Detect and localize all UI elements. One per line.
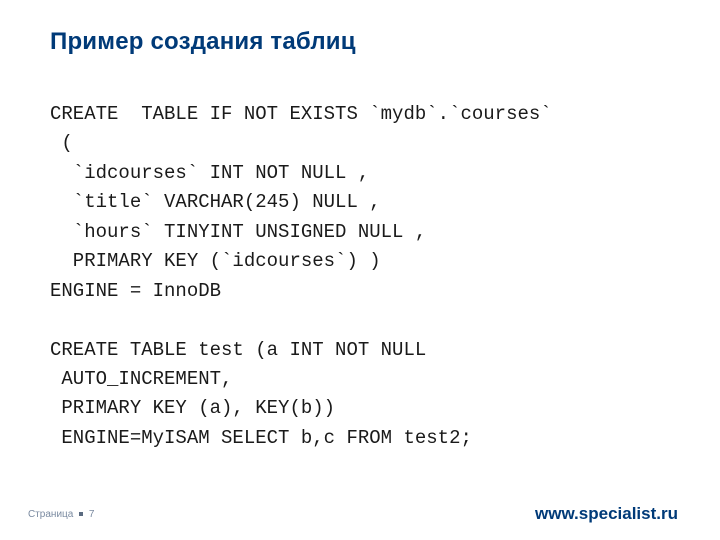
code-line: AUTO_INCREMENT,: [50, 368, 232, 390]
code-line: `hours` TINYINT UNSIGNED NULL ,: [50, 221, 426, 243]
page-number: 7: [89, 509, 95, 520]
code-line: `idcourses` INT NOT NULL ,: [50, 162, 369, 184]
site-footer: www.specialist.ru: [535, 504, 678, 524]
slide: Пример создания таблиц CREATE TABLE IF N…: [0, 0, 720, 540]
code-line: PRIMARY KEY (`idcourses`) ): [50, 250, 381, 272]
square-bullet-icon: [79, 512, 83, 516]
page-label: Страница: [28, 509, 73, 520]
code-line: `title` VARCHAR(245) NULL ,: [50, 191, 381, 213]
page-footer-left: Страница 7: [28, 509, 94, 520]
code-line: (: [50, 132, 73, 154]
code-line: PRIMARY KEY (a), KEY(b)): [50, 397, 335, 419]
code-line: CREATE TABLE test (a INT NOT NULL: [50, 339, 426, 361]
code-line: ENGINE=MyISAM SELECT b,c FROM test2;: [50, 427, 472, 449]
code-line: CREATE TABLE IF NOT EXISTS `mydb`.`cours…: [50, 103, 552, 125]
slide-title: Пример создания таблиц: [50, 28, 356, 56]
code-line: ENGINE = InnoDB: [50, 280, 221, 302]
code-block: CREATE TABLE IF NOT EXISTS `mydb`.`cours…: [50, 100, 670, 453]
